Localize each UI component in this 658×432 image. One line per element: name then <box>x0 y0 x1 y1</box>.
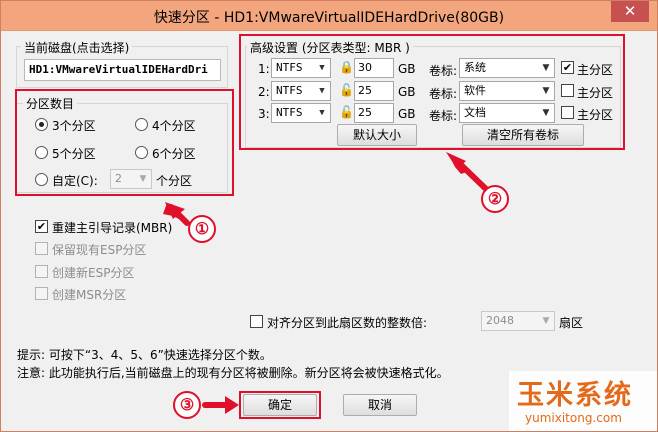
watermark-logo: 玉米系统 yumixitong.com <box>509 371 657 431</box>
arrow-3 <box>202 396 239 414</box>
callout-2: ② <box>481 185 509 213</box>
watermark-url: yumixitong.com <box>525 411 622 425</box>
watermark-main-text: 玉米系统 <box>517 380 633 411</box>
arrow-2 <box>446 152 489 192</box>
callout-1: ① <box>188 215 216 243</box>
quick-partition-dialog: 快速分区 - HD1:VMwareVirtualIDEHardDrive(80G… <box>0 0 658 432</box>
callout-3: ③ <box>173 391 201 419</box>
annotation-arrows <box>163 152 489 414</box>
